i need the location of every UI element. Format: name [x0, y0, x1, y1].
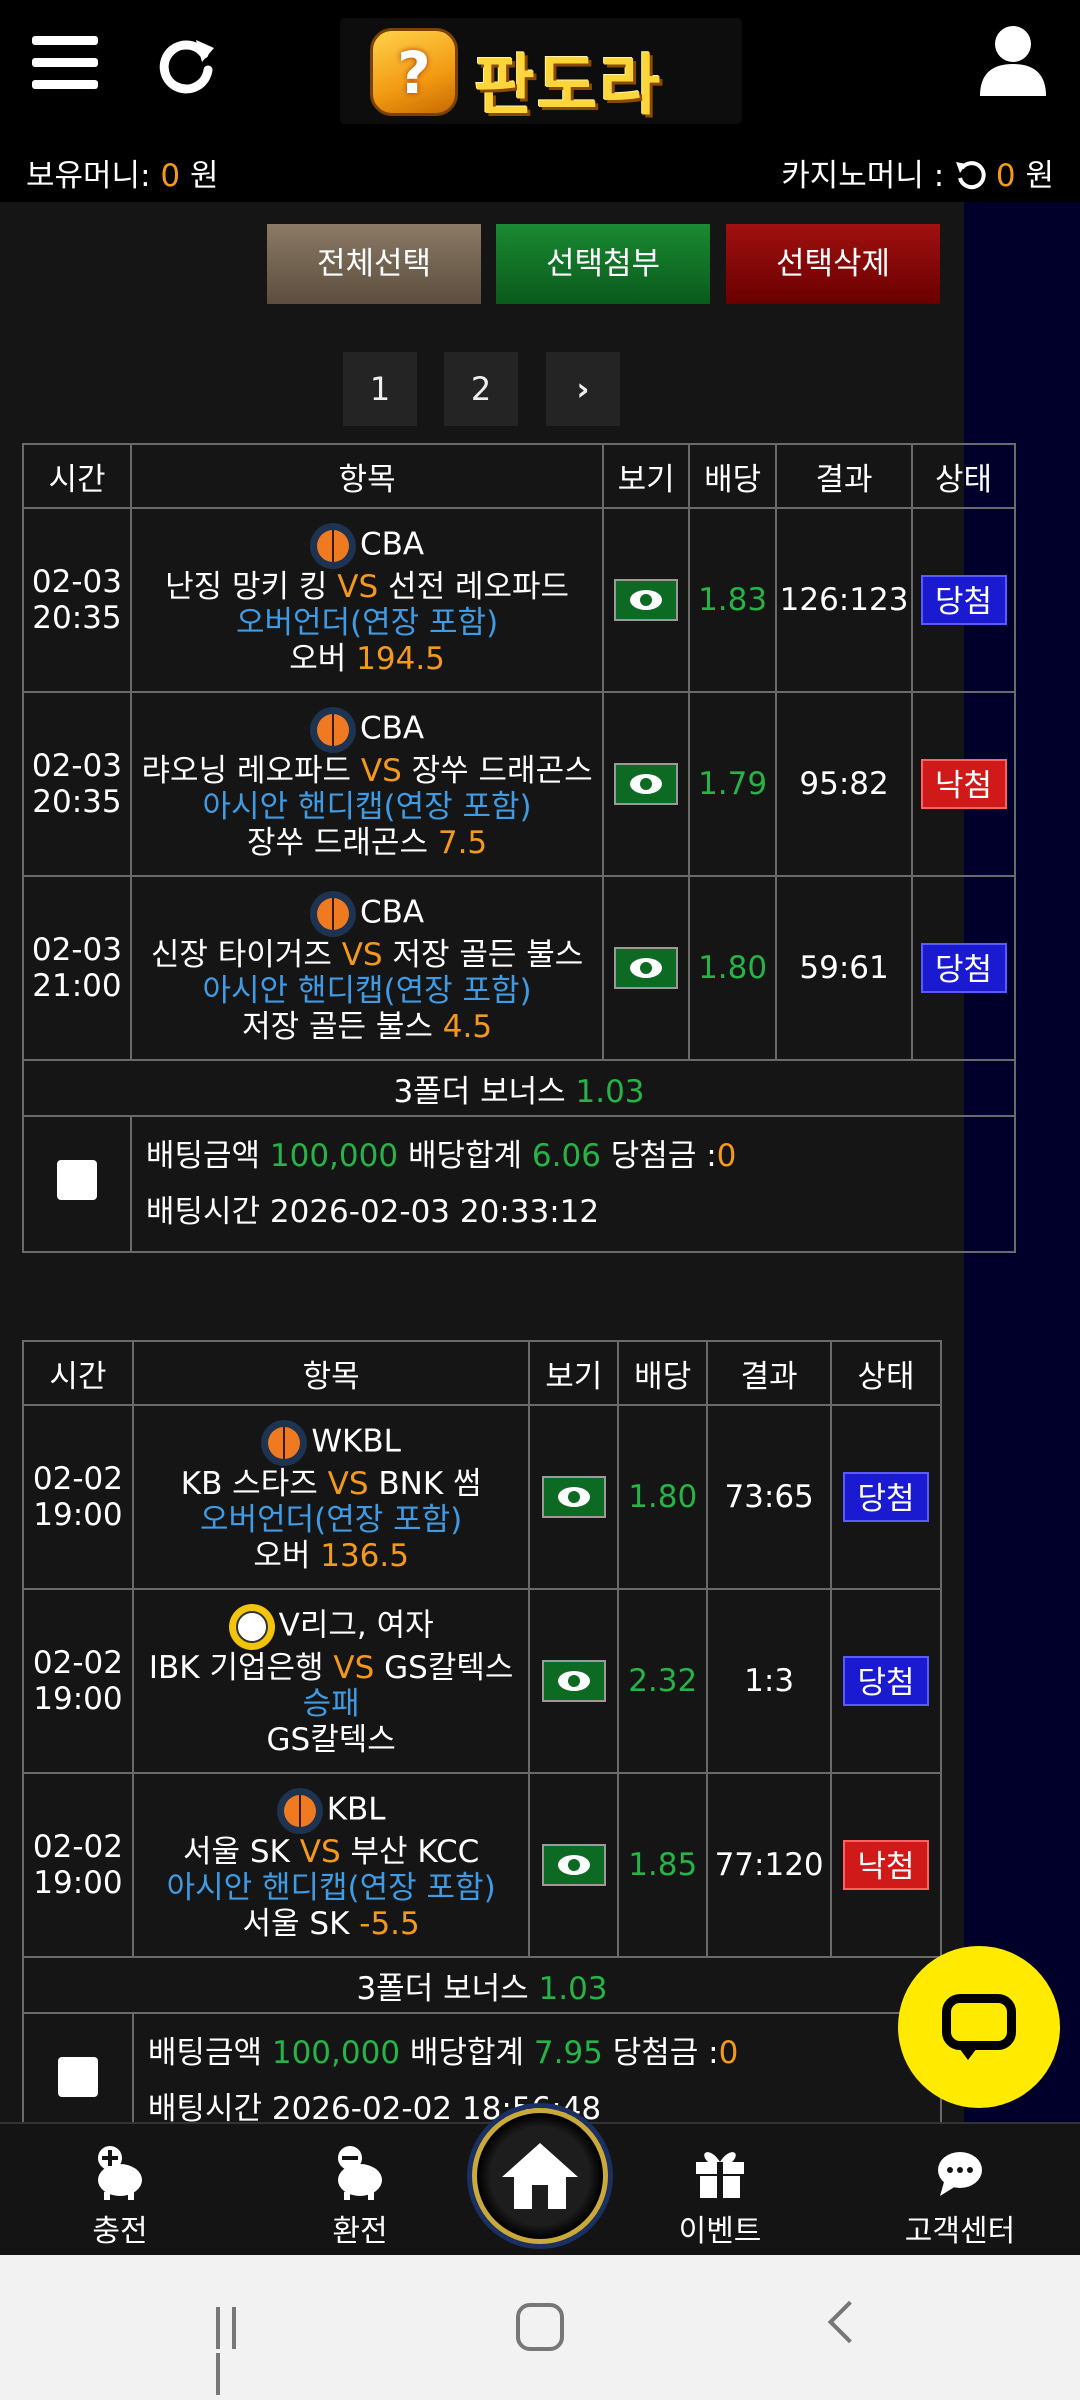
status-badge: 당첨	[843, 1472, 930, 1522]
home-button[interactable]	[472, 2108, 608, 2244]
match-time: 02-02 19:00	[22, 1404, 134, 1590]
logo-badge-icon: ?	[370, 28, 458, 116]
table-row: 02-02 19:00 KBL 서울 SK VS 부산 KCC 아시안 핸디캡(연…	[22, 1772, 942, 1958]
balance-display: 보유머니: 0 원	[26, 158, 219, 194]
table-row: 02-03 20:35 CBA 난징 망키 킹 VS 선전 레오파드 오버언더(연…	[22, 507, 1016, 693]
match-item: CBA 난징 망키 킹 VS 선전 레오파드 오버언더(연장 포함) 오버 19…	[129, 507, 605, 693]
chat-button[interactable]	[898, 1946, 1060, 2108]
balance-value: 0	[160, 158, 181, 194]
result-score: 59:61	[775, 875, 914, 1061]
summary-row: 배팅금액 100,000 배당합계 6.06 당첨금 :0 배팅시간 2026-…	[22, 1115, 1017, 1253]
match-item: KBL 서울 SK VS 부산 KCC 아시안 핸디캡(연장 포함) 서울 SK…	[131, 1772, 531, 1958]
page-2-button[interactable]: 2	[444, 352, 518, 426]
top-header: ? 판도라	[0, 0, 1080, 140]
view-eye-icon[interactable]	[541, 1844, 606, 1886]
gift-icon	[696, 2152, 744, 2198]
result-score: 126:123	[775, 507, 914, 693]
bottom-nav: 충전 환전 이벤트 고객센터	[0, 2108, 1080, 2257]
odds: 1.80	[617, 1404, 709, 1590]
odds: 1.85	[617, 1772, 709, 1958]
page-1-button[interactable]: 1	[343, 352, 417, 426]
odds: 1.80	[688, 875, 778, 1061]
basketball-icon	[310, 523, 357, 569]
status-badge: 낙첨	[920, 759, 1007, 809]
status-badge: 당첨	[920, 575, 1007, 625]
system-nav-bar	[0, 2255, 1080, 2400]
status-badge: 당첨	[843, 1656, 930, 1706]
match-time: 02-03 20:35	[22, 507, 132, 693]
casino-money-value: 0	[995, 158, 1016, 194]
result-score: 77:120	[706, 1772, 833, 1958]
money-bar: 보유머니: 0 원 카지노머니 : 0 원	[0, 140, 1080, 202]
bonus-row: 3폴더 보너스 1.03	[22, 1059, 1016, 1117]
bet-summary: 배팅금액 100,000 배당합계 6.06 당첨금 :0 배팅시간 2026-…	[129, 1115, 1017, 1253]
view-eye-icon[interactable]	[614, 579, 679, 621]
view-eye-icon[interactable]	[541, 1476, 606, 1518]
table-row: 02-03 21:00 CBA 신장 타이거즈 VS 저장 골든 불스 아시안 핸…	[22, 875, 1016, 1061]
refresh-icon[interactable]	[156, 34, 218, 96]
charge-piggy-icon	[98, 2146, 142, 2200]
system-home-icon[interactable]	[516, 2303, 564, 2351]
view-eye-icon[interactable]	[614, 947, 679, 989]
bonus-row: 3폴더 보너스 1.03	[22, 1956, 942, 2014]
match-time: 02-02 19:00	[22, 1588, 134, 1774]
odds: 1.79	[688, 691, 778, 877]
back-icon[interactable]	[827, 2300, 871, 2344]
match-item: V리그, 여자 IBK 기업은행 VS GS칼텍스 승패 GS칼텍스	[131, 1588, 531, 1774]
bet-slip-2: 시간 항목 보기 배당 결과 상태 02-02 19:00 WKBL KB 스타즈…	[22, 1340, 943, 2150]
next-page-button[interactable]: ›	[546, 352, 620, 426]
basketball-icon	[261, 1420, 308, 1466]
status-badge: 낙첨	[843, 1840, 930, 1890]
odds: 2.32	[617, 1588, 709, 1774]
match-item: CBA 랴오닝 레오파드 VS 장쑤 드래곤스 아시안 핸디캡(연장 포함) 장…	[129, 691, 605, 877]
recent-apps-icon[interactable]	[216, 2307, 262, 2395]
nav-event[interactable]: 이벤트	[640, 2124, 800, 2257]
match-time: 02-03 21:00	[22, 875, 132, 1061]
user-profile-icon[interactable]	[978, 24, 1048, 98]
basketball-icon	[276, 1788, 323, 1834]
table-row: 02-02 19:00 WKBL KB 스타즈 VS BNK 썸 오버언더(연장 …	[22, 1404, 942, 1590]
match-item: WKBL KB 스타즈 VS BNK 썸 오버언더(연장 포함) 오버 136.…	[131, 1404, 531, 1590]
nav-support[interactable]: 고객센터	[880, 2124, 1040, 2257]
attach-selected-button[interactable]: 선택첨부	[496, 224, 710, 304]
volleyball-icon	[228, 1604, 275, 1650]
headset-chat-icon	[938, 2152, 982, 2196]
chat-bubble-icon	[942, 1994, 1016, 2050]
table-row: 02-03 20:35 CBA 랴오닝 레오파드 VS 장쑤 드래곤스 아시안 핸…	[22, 691, 1016, 877]
casino-refresh-icon[interactable]	[954, 160, 986, 190]
bet-slip-1: 시간 항목 보기 배당 결과 상태 02-03 20:35 CBA 난징 망키 킹…	[22, 443, 1017, 1253]
result-score: 1:3	[706, 1588, 833, 1774]
logo-text: 판도라	[474, 47, 663, 124]
select-all-button[interactable]: 전체선택	[267, 224, 481, 304]
odds: 1.83	[688, 507, 778, 693]
view-eye-icon[interactable]	[541, 1660, 606, 1702]
home-icon	[502, 2143, 578, 2209]
result-score: 73:65	[706, 1404, 833, 1590]
table-header: 시간 항목 보기 배당 결과 상태	[22, 1340, 942, 1406]
nav-charge[interactable]: 충전	[40, 2124, 200, 2257]
status-badge: 당첨	[920, 943, 1007, 993]
select-checkbox[interactable]	[56, 1160, 97, 1200]
view-eye-icon[interactable]	[614, 763, 679, 805]
select-checkbox[interactable]	[57, 2057, 98, 2097]
basketball-icon	[310, 707, 357, 753]
site-logo[interactable]: ? 판도라	[340, 18, 742, 124]
delete-selected-button[interactable]: 선택삭제	[726, 224, 940, 304]
match-item: CBA 신장 타이거즈 VS 저장 골든 불스 아시안 핸디캡(연장 포함) 저…	[129, 875, 605, 1061]
table-row: 02-02 19:00 V리그, 여자 IBK 기업은행 VS GS칼텍스 승패 …	[22, 1588, 942, 1774]
result-score: 95:82	[775, 691, 914, 877]
exchange-piggy-icon	[338, 2146, 382, 2200]
nav-exchange[interactable]: 환전	[280, 2124, 440, 2257]
hamburger-menu-icon[interactable]	[32, 36, 98, 96]
match-time: 02-03 20:35	[22, 691, 132, 877]
match-time: 02-02 19:00	[22, 1772, 134, 1958]
table-header: 시간 항목 보기 배당 결과 상태	[22, 443, 1016, 509]
casino-money-display: 카지노머니 : 0 원	[781, 158, 1054, 194]
basketball-icon	[310, 891, 357, 937]
